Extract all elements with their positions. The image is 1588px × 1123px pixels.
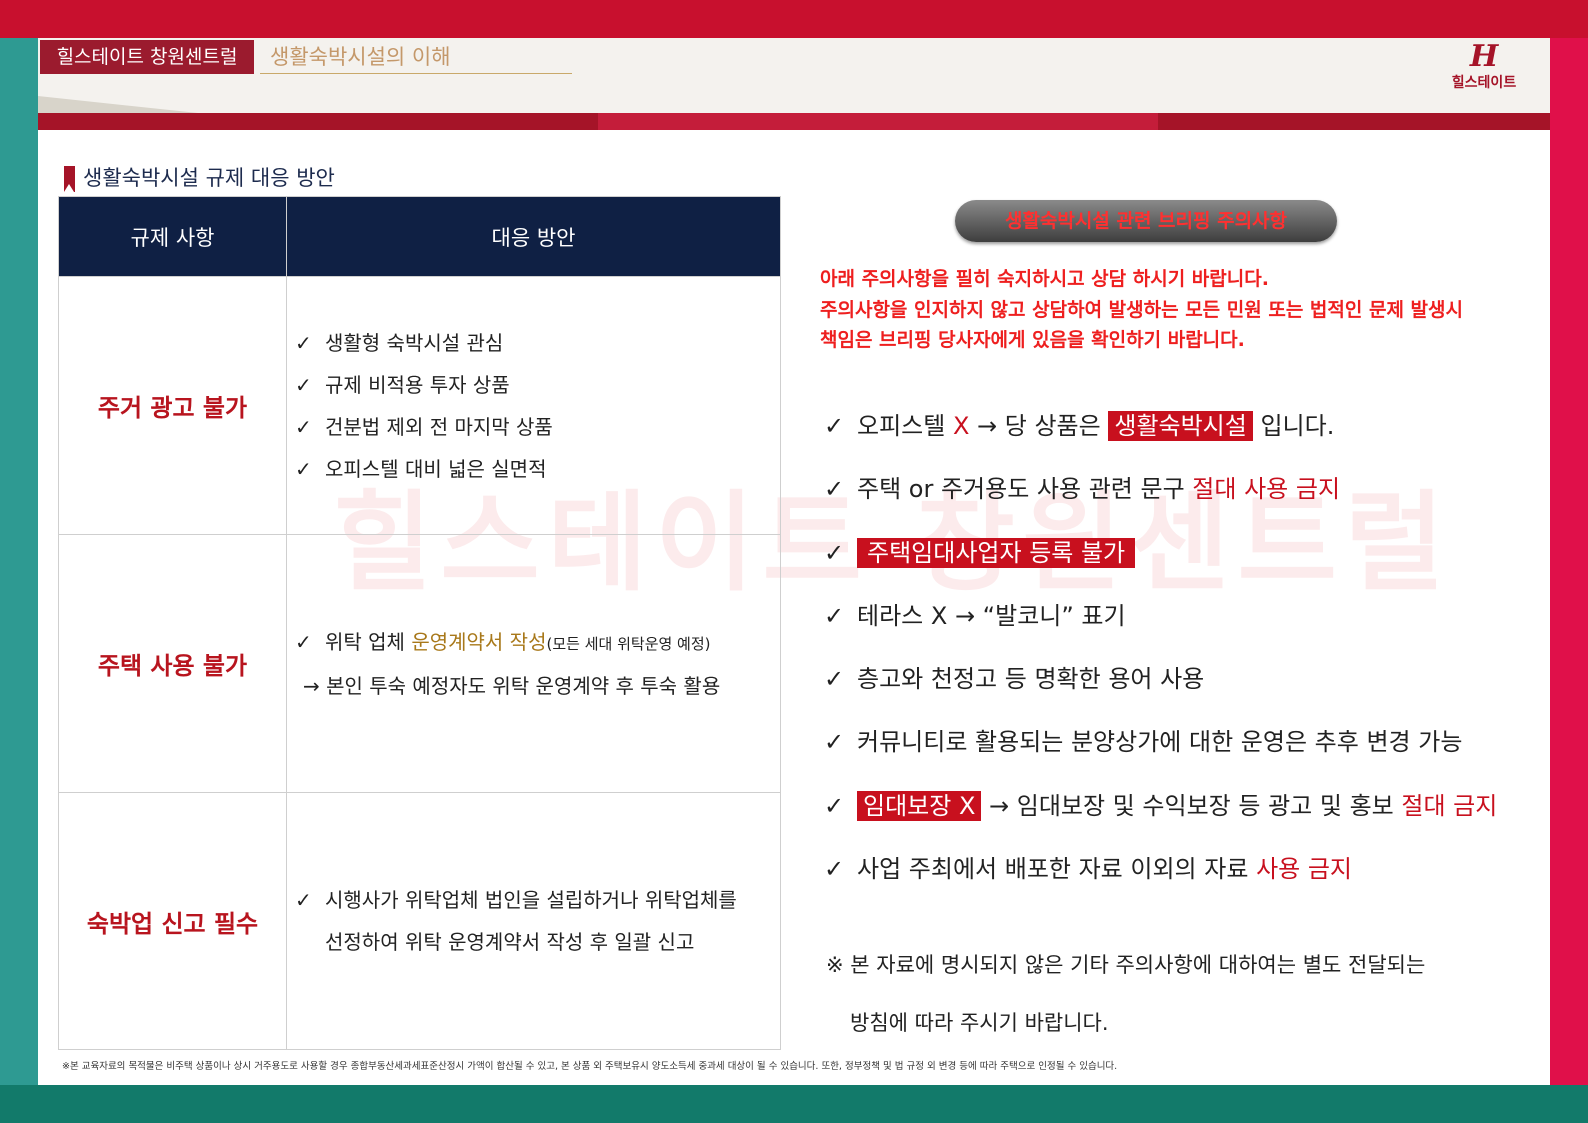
point-text: → 당 상품은 bbox=[969, 412, 1109, 440]
brand-title: 힐스테이트 창원센트럴 bbox=[40, 40, 254, 74]
list-item: ✓ 커뮤니티로 활용되는 분양상가에 대한 운영은 추후 변경 가능 bbox=[824, 720, 1544, 783]
response-item: ✓ 생활형 숙박시설 관심 bbox=[295, 322, 780, 364]
page-header: 힐스테이트 창원센트럴 생활숙박시설의 이해 H 힐스테이트 bbox=[38, 38, 1550, 130]
response-item: 선정하여 위탁 운영계약서 작성 후 일괄 신고 bbox=[325, 930, 695, 954]
response-cell: ✓ 위탁 업체 운영계약서 작성(모든 세대 위탁운영 예정) → 본인 투숙 예… bbox=[286, 534, 781, 793]
check-icon: ✓ bbox=[824, 412, 845, 440]
list-item: ✓ 임대보장 X → 임대보장 및 수익보장 등 광고 및 홍보 절대 금지 bbox=[824, 784, 1544, 847]
check-icon: ✓ bbox=[824, 791, 845, 820]
response-text: 규제 비적용 투자 상품 bbox=[325, 372, 510, 397]
check-icon: ✓ bbox=[824, 538, 845, 567]
notice-line: 아래 주의사항을 필히 숙지하시고 상담 하시기 바랍니다. bbox=[820, 268, 1269, 290]
response-item: ✓ 위탁 업체 운영계약서 작성(모든 세대 위탁운영 예정) bbox=[295, 621, 780, 665]
response-text: 건분법 제외 전 마지막 상품 bbox=[325, 414, 553, 439]
header-band-highlight bbox=[598, 113, 1158, 130]
response-cell: ✓ 시행사가 위탁업체 법인을 설립하거나 위탁업체를 선정하여 위탁 운영계약서… bbox=[286, 792, 781, 1050]
column-header-rule: 규제 사항 bbox=[58, 196, 287, 277]
rule-cell: 숙박업 신고 필수 bbox=[58, 792, 287, 1050]
frame-corner bbox=[1550, 1085, 1588, 1123]
point-red-text: 사용 금지 bbox=[1256, 855, 1353, 884]
list-item: ✓ 주택임대사업자 등록 불가 bbox=[824, 531, 1544, 594]
remark-line: 방침에 따라 주시기 바랍니다. bbox=[850, 1011, 1109, 1035]
check-icon: ✓ bbox=[295, 330, 312, 355]
point-text: 커뮤니티로 활용되는 분양상가에 대한 운영은 추후 변경 가능 bbox=[857, 728, 1463, 757]
response-text: 위탁 업체 bbox=[325, 629, 412, 654]
point-text: 테라스 X → “발코니” 표기 bbox=[857, 601, 1126, 630]
brand-logo: H 힐스테이트 bbox=[1434, 40, 1534, 100]
check-icon: ✓ bbox=[824, 601, 845, 630]
slide-page: 힐스테이트 창원센트럴 생활숙박시설의 이해 H 힐스테이트 힐스테이트 창원센… bbox=[38, 38, 1550, 1085]
frame-top-border bbox=[0, 0, 1588, 38]
section-title: 생활숙박시설 규제 대응 방안 bbox=[83, 166, 335, 190]
header-decoration bbox=[38, 96, 198, 113]
notice-line: 주의사항을 인지하지 않고 상담하여 발생하는 모든 민원 또는 법적인 문제 … bbox=[820, 298, 1463, 321]
list-item: ✓ 테라스 X → “발코니” 표기 bbox=[824, 594, 1544, 657]
remark-note: ※ 본 자료에 명시되지 않은 기타 주의사항에 대하여는 별도 전달되는 방침… bbox=[826, 936, 1526, 1052]
point-red-text: 절대 사용 금지 bbox=[1192, 475, 1341, 504]
bookmark-notch bbox=[64, 184, 74, 192]
frame-corner bbox=[1550, 0, 1588, 38]
response-item: ✓ 규제 비적용 투자 상품 bbox=[295, 364, 780, 406]
response-note: (모든 세대 위탁운영 예정) bbox=[546, 634, 711, 653]
column-header-response: 대응 방안 bbox=[286, 196, 781, 277]
response-cell: ✓ 생활형 숙박시설 관심 ✓ 규제 비적용 투자 상품 ✓ 건분법 제외 전 마지막… bbox=[286, 276, 781, 535]
point-text: → 임대보장 및 수익보장 등 광고 및 홍보 bbox=[981, 791, 1402, 820]
check-icon: ✓ bbox=[295, 372, 312, 397]
table-row: 숙박업 신고 필수 ✓ 시행사가 위탁업체 법인을 설립하거나 위탁업체를 선정하… bbox=[58, 792, 781, 1050]
table-row: 주택 사용 불가 ✓ 위탁 업체 운영계약서 작성(모든 세대 위탁운영 예정) … bbox=[58, 534, 781, 793]
list-item: ✓ 사업 주최에서 배포한 자료 이외의 자료 사용 금지 bbox=[824, 847, 1544, 910]
remark-line: ※ 본 자료에 명시되지 않은 기타 주의사항에 대하여는 별도 전달되는 bbox=[826, 953, 1426, 977]
frame-bottom-border bbox=[0, 1085, 1588, 1123]
logo-text: 힐스테이트 bbox=[1451, 75, 1517, 91]
rule-cell: 주택 사용 불가 bbox=[58, 534, 287, 793]
point-text: 층고와 천정고 등 명확한 용어 사용 bbox=[857, 665, 1205, 694]
table-row: 주거 광고 불가 ✓ 생활형 숙박시설 관심 ✓ 규제 비적용 투자 상품 ✓ 건분법… bbox=[58, 276, 781, 535]
list-item: ✓ 층고와 천정고 등 명확한 용어 사용 bbox=[824, 657, 1544, 720]
list-item: ✓ 주택 or 주거용도 사용 관련 문구 절대 사용 금지 bbox=[824, 467, 1544, 530]
check-icon: ✓ bbox=[824, 855, 845, 884]
response-item: → 본인 투숙 예정자도 위탁 운영계약 후 투숙 활용 bbox=[303, 673, 721, 698]
frame-corner bbox=[0, 1085, 38, 1123]
response-text: 시행사가 위탁업체 법인을 설립하거나 위탁업체를 bbox=[325, 888, 737, 912]
response-highlight: 운영계약서 작성 bbox=[411, 629, 547, 654]
frame-right-border bbox=[1550, 0, 1588, 1123]
page-subtitle: 생활숙박시설의 이해 bbox=[260, 40, 572, 74]
rule-cell: 주거 광고 불가 bbox=[58, 276, 287, 535]
frame-left-border bbox=[0, 0, 38, 1123]
response-item: ✓ 시행사가 위탁업체 법인을 설립하거나 위탁업체를 bbox=[295, 879, 780, 921]
response-text: 오피스텔 대비 넓은 실면적 bbox=[325, 456, 547, 481]
point-red-text: X bbox=[952, 412, 970, 440]
caution-points-list: ✓ 오피스텔 X → 당 상품은 생활숙박시설 입니다. ✓ 주택 or 주거용도 … bbox=[824, 404, 1544, 910]
point-red-text: 절대 금지 bbox=[1401, 791, 1498, 820]
response-item: ✓ 오피스텔 대비 넓은 실면적 bbox=[295, 448, 780, 490]
check-icon: ✓ bbox=[295, 888, 312, 912]
check-icon: ✓ bbox=[824, 475, 845, 504]
notice-line: 책임은 브리핑 당사자에게 있음을 확인하기 바랍니다. bbox=[820, 329, 1245, 351]
frame-corner bbox=[0, 0, 38, 38]
point-badge: 주택임대사업자 등록 불가 bbox=[857, 537, 1136, 568]
check-icon: ✓ bbox=[824, 728, 845, 757]
response-item: ✓ 건분법 제외 전 마지막 상품 bbox=[295, 406, 780, 448]
list-item: ✓ 오피스텔 X → 당 상품은 생활숙박시설 입니다. bbox=[824, 404, 1544, 467]
check-icon: ✓ bbox=[295, 456, 312, 481]
check-icon: ✓ bbox=[824, 665, 845, 694]
caution-notice: 아래 주의사항을 필히 숙지하시고 상담 하시기 바랍니다. 주의사항을 인지하… bbox=[820, 264, 1520, 356]
regulation-table: 규제 사항 대응 방안 주거 광고 불가 ✓ 생활형 숙박시설 관심 ✓ 규제 비적… bbox=[58, 196, 781, 1050]
point-text: 주택 or 주거용도 사용 관련 문구 bbox=[857, 475, 1193, 504]
check-icon: ✓ bbox=[295, 629, 312, 654]
point-text: 사업 주최에서 배포한 자료 이외의 자료 bbox=[857, 855, 1257, 884]
briefing-caution-title: 생활숙박시설 관련 브리핑 주의사항 bbox=[955, 200, 1337, 242]
check-icon: ✓ bbox=[295, 414, 312, 439]
logo-mark-icon: H bbox=[1469, 39, 1499, 74]
point-text: 오피스텔 bbox=[857, 412, 953, 440]
point-text: 입니다. bbox=[1252, 412, 1335, 440]
point-badge: 임대보장 X bbox=[857, 790, 982, 821]
table-header-row: 규제 사항 대응 방안 bbox=[58, 196, 781, 277]
footnote: ※본 교육자료의 목적물은 비주택 상품이나 상시 거주용도로 사용할 경우 종… bbox=[62, 1061, 1118, 1072]
point-badge: 생활숙박시설 bbox=[1108, 411, 1253, 441]
response-text: 생활형 숙박시설 관심 bbox=[325, 330, 504, 355]
